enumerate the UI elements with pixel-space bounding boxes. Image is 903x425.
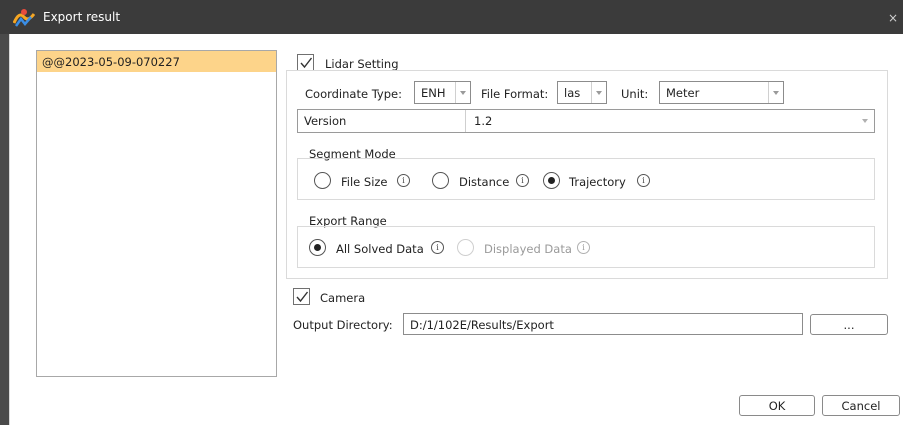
file-size-label: File Size	[341, 175, 388, 189]
file-format-select[interactable]: las	[557, 81, 607, 104]
unit-label: Unit:	[621, 87, 649, 101]
coordinate-type-select[interactable]: ENH	[414, 81, 471, 104]
chevron-down-icon	[591, 82, 606, 103]
check-icon	[296, 291, 309, 303]
browse-button[interactable]: ...	[810, 314, 888, 335]
version-label: Version	[298, 110, 466, 132]
info-icon[interactable]: i	[516, 174, 529, 187]
all-solved-data-label: All Solved Data	[336, 242, 424, 256]
window-left-border	[9, 34, 10, 425]
version-value: 1.2	[474, 114, 493, 128]
window-title: Export result	[43, 10, 121, 24]
chevron-down-icon	[455, 82, 470, 103]
camera-label: Camera	[320, 291, 366, 305]
file-format-label: File Format:	[481, 87, 549, 101]
lidar-setting-checkbox[interactable]	[297, 54, 314, 71]
ok-button[interactable]: OK	[739, 395, 815, 416]
info-icon[interactable]: i	[431, 241, 444, 254]
list-item[interactable]: @@2023-05-09-070227	[37, 51, 276, 72]
unit-select[interactable]: Meter	[659, 81, 784, 104]
chevron-down-icon	[768, 82, 783, 103]
check-icon	[300, 57, 313, 69]
chevron-down-icon	[856, 110, 874, 132]
info-icon[interactable]: i	[577, 241, 590, 254]
file-size-radio[interactable]	[314, 172, 331, 189]
cancel-button[interactable]: Cancel	[822, 395, 900, 416]
output-directory-value: D:/1/102E/Results/Export	[410, 318, 554, 332]
displayed-data-label: Displayed Data	[484, 242, 572, 256]
unit-value: Meter	[666, 86, 700, 100]
distance-radio[interactable]	[432, 172, 449, 189]
output-directory-label: Output Directory:	[293, 318, 393, 332]
window-left-edge	[0, 34, 9, 425]
output-directory-input[interactable]: D:/1/102E/Results/Export	[403, 313, 803, 335]
title-bar: Export result ×	[0, 0, 903, 34]
info-icon[interactable]: i	[397, 174, 410, 187]
close-icon[interactable]: ×	[888, 11, 898, 25]
coordinate-type-value: ENH	[421, 86, 446, 100]
version-select[interactable]: Version 1.2	[297, 109, 875, 133]
info-icon[interactable]: i	[637, 174, 650, 187]
coordinate-type-label: Coordinate Type:	[305, 87, 402, 101]
trajectory-radio[interactable]	[543, 172, 560, 189]
trajectory-label: Trajectory	[569, 175, 626, 189]
camera-checkbox[interactable]	[293, 288, 310, 305]
displayed-data-radio[interactable]	[457, 239, 474, 256]
all-solved-data-radio[interactable]	[309, 239, 326, 256]
lidar-setting-label: Lidar Setting	[325, 57, 399, 71]
result-list[interactable]: @@2023-05-09-070227	[36, 50, 277, 377]
file-format-value: las	[564, 86, 581, 100]
distance-label: Distance	[459, 175, 510, 189]
app-logo-icon	[12, 8, 36, 28]
